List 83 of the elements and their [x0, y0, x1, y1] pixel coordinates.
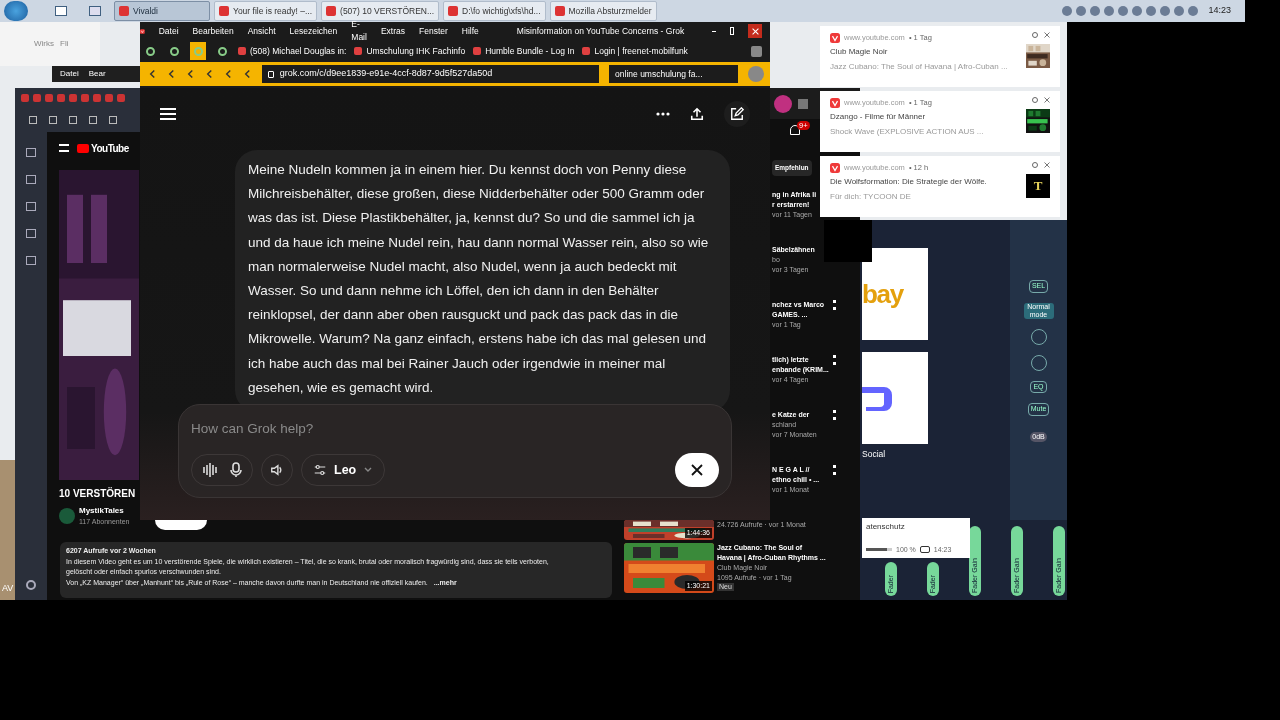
sliders-icon	[314, 464, 326, 477]
tray-icon[interactable]	[1188, 6, 1199, 16]
tray-icon[interactable]	[1160, 6, 1171, 16]
edit-button[interactable]	[724, 101, 750, 127]
waveform-icon[interactable]	[202, 462, 218, 479]
pause-icon[interactable]	[919, 546, 930, 554]
search-field[interactable]: online umschulung fa...	[609, 65, 739, 83]
browser-tab[interactable]: (508) Michael Douglas in:	[238, 44, 347, 58]
menu-item[interactable]: Ansicht	[247, 24, 276, 38]
notification-title: Dzango - Filme für Männer	[830, 111, 927, 124]
edit-icon	[730, 107, 744, 121]
more-icon[interactable]	[656, 112, 670, 116]
notification-body: Für dich: TYCOON DE	[830, 191, 912, 204]
tile-logo: bay	[862, 277, 903, 311]
tray-icon[interactable]	[1146, 6, 1157, 16]
browser-tab[interactable]: Humble Bundle - Log In	[473, 44, 575, 58]
maximize-icon[interactable]	[729, 27, 735, 35]
close-icon[interactable]	[1044, 32, 1050, 38]
zoom-slider[interactable]	[866, 548, 892, 552]
notification-thumbnail: T	[1026, 174, 1050, 198]
more-icon[interactable]	[833, 465, 836, 475]
share-icon[interactable]	[690, 107, 704, 121]
speed-dial-tile[interactable]	[862, 352, 928, 444]
folder-icon[interactable]	[798, 98, 808, 109]
close-button[interactable]	[675, 453, 719, 488]
tray-icon[interactable]	[1174, 6, 1185, 16]
minimize-icon[interactable]	[712, 30, 716, 32]
close-icon[interactable]	[1044, 97, 1050, 103]
more-icon[interactable]	[833, 300, 836, 310]
taskbar-button[interactable]: D:\fo wichtig\xfs\hd...	[443, 1, 546, 21]
close-icon	[691, 464, 703, 477]
notification-body: Shock Wave (EXPLOSIVE ACTION AUS ...	[830, 126, 985, 139]
taskbar-button[interactable]: (507) 10 VERSTÖREN...	[321, 1, 440, 21]
tray-icon[interactable]	[1090, 6, 1101, 16]
menu-item[interactable]: Lesezeichen	[289, 24, 338, 38]
taskbar-button[interactable]: Mozilla Absturzmelder	[549, 1, 657, 21]
close-icon[interactable]	[1044, 162, 1050, 168]
menu-item[interactable]: E-Mail	[351, 18, 367, 44]
clock: 14:23	[1208, 4, 1231, 18]
vivaldi-icon	[830, 97, 840, 108]
notification-title: Die Wolfsformation: Die Strategie der Wölfe.	[830, 176, 988, 189]
tray-icon[interactable]	[1132, 6, 1143, 16]
video-title: 10 VERSTÖREN	[59, 486, 137, 501]
new-tab-icon[interactable]	[751, 45, 762, 57]
notification-title: Club Magie Noir	[830, 46, 889, 59]
menu-icon[interactable]	[160, 108, 176, 120]
address-field[interactable]: grok.com/c/d9ee1839-e91e-4ccf-8d87-9d5f527da50d	[261, 65, 600, 83]
menu-item[interactable]: Fenster	[419, 24, 448, 38]
browser-tab[interactable]: Fli	[60, 38, 69, 50]
menu-item[interactable]: Bear	[88, 68, 106, 80]
more-icon[interactable]	[833, 410, 836, 420]
browser-tab[interactable]: Login | freenet-mobilfunk	[582, 44, 688, 58]
taskbar-button[interactable]: Your file is ready! –...	[214, 1, 318, 21]
menu-item[interactable]: Hilfe	[461, 24, 479, 38]
chat-input[interactable]: How can Grok help?	[191, 419, 491, 440]
dialog-text: atenschutz	[866, 521, 906, 533]
microphone-icon[interactable]	[230, 462, 242, 479]
speaker-icon	[270, 463, 284, 478]
tray-icon[interactable]	[1104, 6, 1115, 16]
channel-name[interactable]: MystikTales	[79, 505, 130, 517]
more-icon[interactable]	[833, 355, 836, 365]
tile-label[interactable]: Social	[862, 448, 1010, 461]
vivaldi-icon	[830, 162, 840, 173]
vivaldi-icon	[830, 32, 840, 43]
subscribe-button[interactable]	[155, 520, 207, 530]
youtube-logo[interactable]: YouTube	[77, 140, 129, 156]
menu-item[interactable]: Bearbeiten	[192, 24, 234, 38]
tray-icon[interactable]	[1062, 6, 1073, 16]
browser-tab[interactable]: Umschulung IHK Fachinfo	[354, 44, 466, 58]
settings-icon[interactable]	[26, 580, 36, 590]
notification-body: Jazz Cubano: The Soul of Havana | Afro-Cuban ...	[830, 61, 1009, 74]
tray-icon[interactable]	[1076, 6, 1087, 16]
start-button[interactable]	[4, 1, 28, 21]
close-icon	[751, 27, 759, 35]
blank-area	[824, 220, 872, 262]
taskbar-button[interactable]: Vivaldi	[114, 1, 210, 21]
tray-icon[interactable]	[1118, 6, 1129, 16]
menu-item[interactable]: Datei	[60, 68, 79, 80]
profile-avatar[interactable]	[774, 94, 792, 113]
menu-icon[interactable]	[59, 144, 69, 152]
menu-item[interactable]: Datei	[158, 24, 179, 38]
window-title: Misinformation on YouTube Concerns - Grok	[516, 24, 685, 38]
menu-item[interactable]: Extras	[380, 24, 405, 38]
